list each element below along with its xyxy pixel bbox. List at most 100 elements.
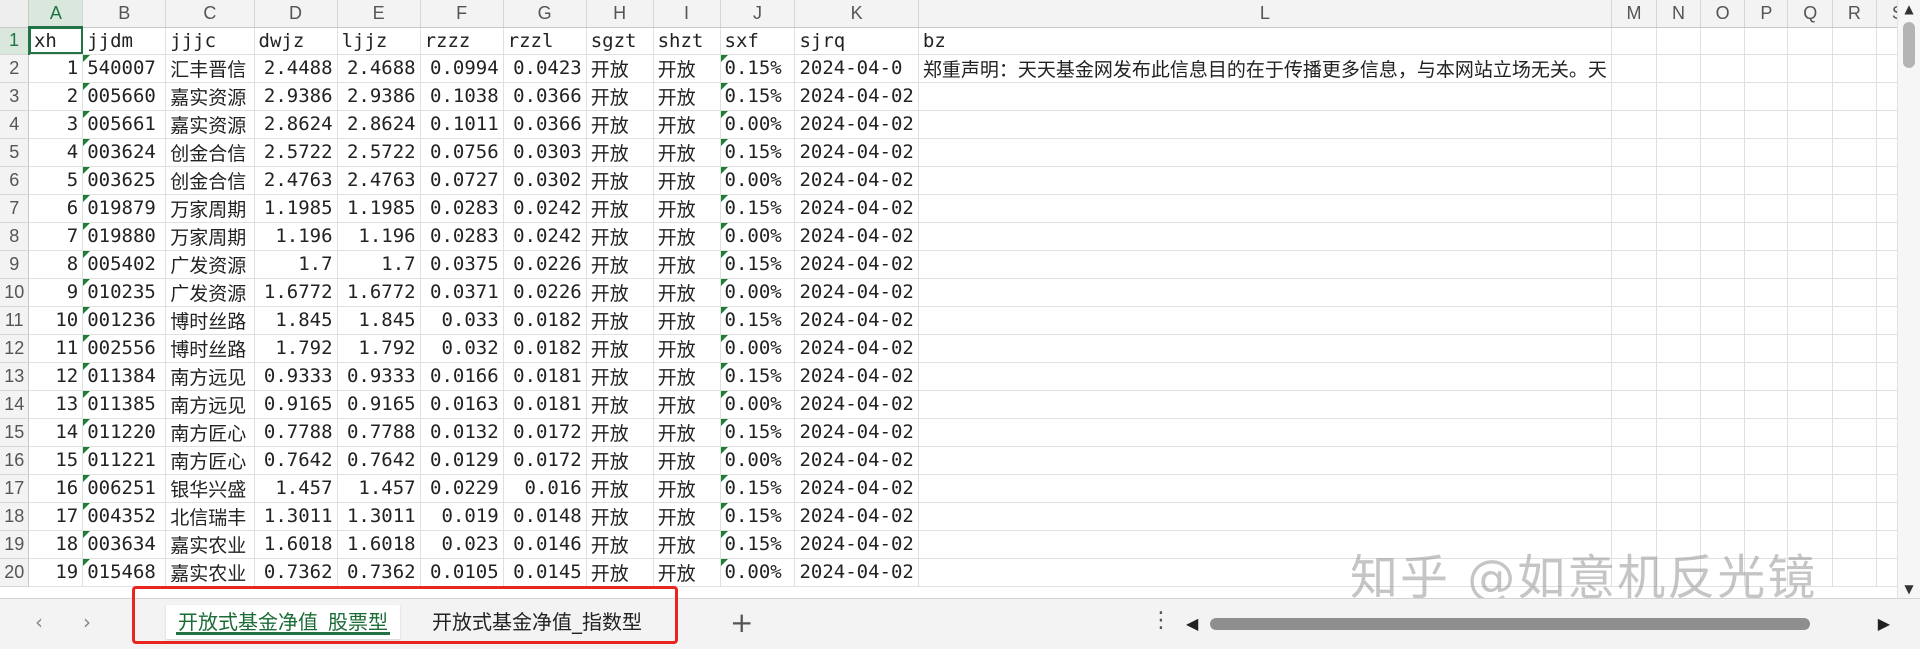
cell[interactable] (1700, 194, 1746, 223)
cell[interactable] (1744, 54, 1789, 83)
cell[interactable] (1744, 138, 1789, 167)
cell[interactable] (1611, 54, 1658, 83)
cell[interactable] (1656, 194, 1701, 223)
cell[interactable]: 2.4763 (337, 166, 421, 195)
cell[interactable]: 汇丰晋信 (165, 54, 255, 83)
cell[interactable] (1787, 418, 1833, 447)
cell[interactable]: 2024-04-02 (794, 446, 919, 475)
cell[interactable]: 2.5722 (337, 138, 421, 167)
cell[interactable]: 开放 (586, 54, 654, 83)
cell[interactable] (1700, 334, 1746, 363)
cell[interactable]: 0.0727 (420, 166, 504, 195)
cell[interactable]: 0.15% (720, 54, 796, 83)
cell[interactable] (1744, 306, 1789, 335)
cell[interactable]: 19 (28, 558, 84, 587)
cell[interactable]: 011220 (82, 418, 167, 447)
cell[interactable]: 南方远见 (165, 390, 255, 419)
cell[interactable]: 003634 (82, 530, 167, 559)
cell[interactable]: 2024-04-0 (794, 54, 919, 83)
cell[interactable] (1700, 418, 1746, 447)
cell[interactable]: 1.3011 (337, 502, 421, 531)
cell[interactable]: 0.0132 (420, 418, 504, 447)
cell[interactable] (1787, 166, 1833, 195)
cell[interactable]: 1.1985 (337, 194, 421, 223)
column-header-A[interactable]: A (28, 0, 84, 28)
cell[interactable]: 开放 (586, 166, 654, 195)
cell[interactable]: 1.457 (337, 474, 421, 503)
cell[interactable]: 2.8624 (254, 110, 338, 139)
cell[interactable]: 南方匠心 (165, 446, 255, 475)
cell[interactable] (1656, 418, 1701, 447)
cell[interactable] (1656, 166, 1701, 195)
cell[interactable]: 11 (28, 334, 84, 363)
cell[interactable]: 郑重声明：天天基金网发布此信息目的在于传播更多信息，与本网站立场无关。天 (918, 54, 1612, 83)
cell[interactable]: 17 (28, 502, 84, 531)
cell[interactable]: 嘉实资源 (165, 110, 255, 139)
cell[interactable] (1744, 418, 1789, 447)
cell[interactable]: 开放 (653, 558, 721, 587)
cell[interactable] (1787, 362, 1833, 391)
cell[interactable] (1744, 278, 1789, 307)
cell[interactable]: 4 (28, 138, 84, 167)
cell[interactable]: 开放 (653, 110, 721, 139)
cell[interactable]: 0.023 (420, 530, 504, 559)
cell[interactable]: 0.019 (420, 502, 504, 531)
cell[interactable]: 开放 (653, 362, 721, 391)
cell[interactable] (1611, 418, 1658, 447)
cell[interactable] (1787, 138, 1833, 167)
row-header[interactable]: 12 (0, 334, 30, 363)
horizontal-scrollbar[interactable]: ◀ ▶ (1180, 613, 1890, 635)
cell[interactable]: 13 (28, 390, 84, 419)
cell[interactable]: 0.0181 (503, 362, 587, 391)
cell[interactable]: 开放 (586, 390, 654, 419)
cell[interactable]: 0.0366 (503, 82, 587, 111)
cell[interactable] (1744, 110, 1789, 139)
cell[interactable]: 0.0302 (503, 166, 587, 195)
cell[interactable] (1611, 390, 1658, 419)
cell[interactable]: 2024-04-02 (794, 558, 919, 587)
column-header-M[interactable]: M (1611, 0, 1658, 28)
cell[interactable]: 7 (28, 222, 84, 251)
cell[interactable]: 2024-04-02 (794, 82, 919, 111)
cell[interactable] (1656, 306, 1701, 335)
vertical-scroll-thumb[interactable] (1903, 22, 1915, 68)
cell[interactable]: 0.00% (720, 278, 796, 307)
column-header-R[interactable]: R (1832, 0, 1877, 28)
row-header[interactable]: 11 (0, 306, 30, 335)
cell[interactable]: 0.0423 (503, 54, 587, 83)
cell[interactable]: 1.845 (337, 306, 421, 335)
cell[interactable]: 540007 (82, 54, 167, 83)
cell[interactable]: 0.032 (420, 334, 504, 363)
cell[interactable]: 博时丝路 (165, 306, 255, 335)
cell[interactable] (1787, 250, 1833, 279)
add-sheet-icon[interactable]: + (730, 606, 753, 639)
row-header[interactable]: 4 (0, 110, 30, 139)
cell[interactable]: 创金合信 (165, 138, 255, 167)
row-header[interactable]: 17 (0, 474, 30, 503)
cell[interactable]: 5 (28, 166, 84, 195)
cell[interactable]: 003624 (82, 138, 167, 167)
cell[interactable]: 2024-04-02 (794, 418, 919, 447)
cell[interactable] (1832, 54, 1877, 83)
cell[interactable]: 0.15% (720, 250, 796, 279)
cell[interactable]: 2024-04-02 (794, 390, 919, 419)
cell[interactable]: 开放 (586, 278, 654, 307)
cell[interactable]: 0.15% (720, 194, 796, 223)
cell[interactable] (918, 166, 1612, 195)
cell[interactable]: 0.0182 (503, 306, 587, 335)
cell[interactable]: 开放 (586, 530, 654, 559)
cell[interactable] (1611, 334, 1658, 363)
cell[interactable]: 005661 (82, 110, 167, 139)
cell[interactable]: 6 (28, 194, 84, 223)
cell[interactable]: 9 (28, 278, 84, 307)
cell[interactable]: 3 (28, 110, 84, 139)
column-header-G[interactable]: G (503, 0, 587, 28)
cell[interactable] (1744, 82, 1789, 111)
cell[interactable]: 011385 (82, 390, 167, 419)
cell[interactable]: 2.5722 (254, 138, 338, 167)
cell[interactable]: 万家周期 (165, 222, 255, 251)
cell[interactable]: 2.8624 (337, 110, 421, 139)
cell[interactable] (1611, 138, 1658, 167)
cell[interactable] (1832, 558, 1877, 587)
row-header[interactable]: 13 (0, 362, 30, 391)
